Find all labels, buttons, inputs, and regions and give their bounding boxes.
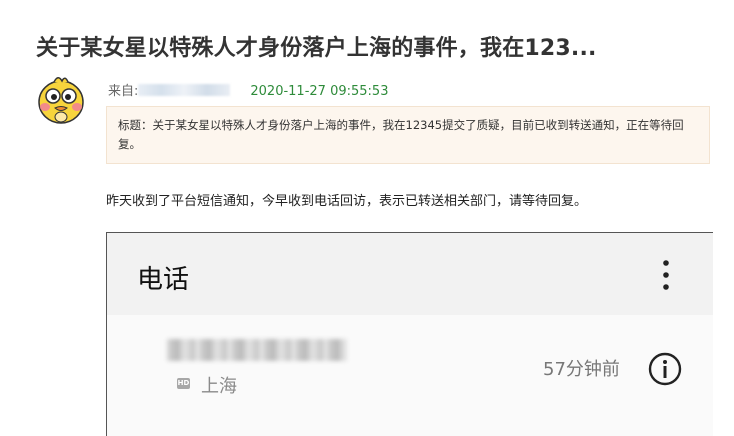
phone-screenshot: 电话 HD 上海 57分钟前 xyxy=(106,232,713,436)
call-log-item[interactable]: HD 上海 57分钟前 xyxy=(107,315,713,436)
post-timestamp: 2020-11-27 09:55:53 xyxy=(250,84,389,99)
post-meta: 来自: 2020-11-27 09:55:53 xyxy=(108,80,388,99)
source-label: 来自: xyxy=(108,84,139,99)
phone-header: 电话 xyxy=(107,233,713,315)
blurred-phone-number xyxy=(167,339,347,361)
avatar[interactable] xyxy=(34,72,88,126)
hd-icon: HD xyxy=(177,378,190,389)
blurred-username xyxy=(138,84,231,96)
notice-box: 标题：关于某女星以特殊人才身份落户上海的事件，我在12345提交了质疑，目前已收… xyxy=(106,106,710,164)
phone-title: 电话 xyxy=(137,265,190,295)
call-time: 57分钟前 xyxy=(543,359,620,380)
info-icon[interactable] xyxy=(647,351,683,387)
more-vertical-icon[interactable] xyxy=(659,257,673,293)
post-body: 昨天收到了平台短信通知，今早收到电话回访，表示已转送相关部门，请等待回复。 xyxy=(106,194,588,209)
post-title[interactable]: 关于某女星以特殊人才身份落户上海的事件，我在123... xyxy=(36,30,726,62)
call-location: 上海 xyxy=(201,376,237,397)
